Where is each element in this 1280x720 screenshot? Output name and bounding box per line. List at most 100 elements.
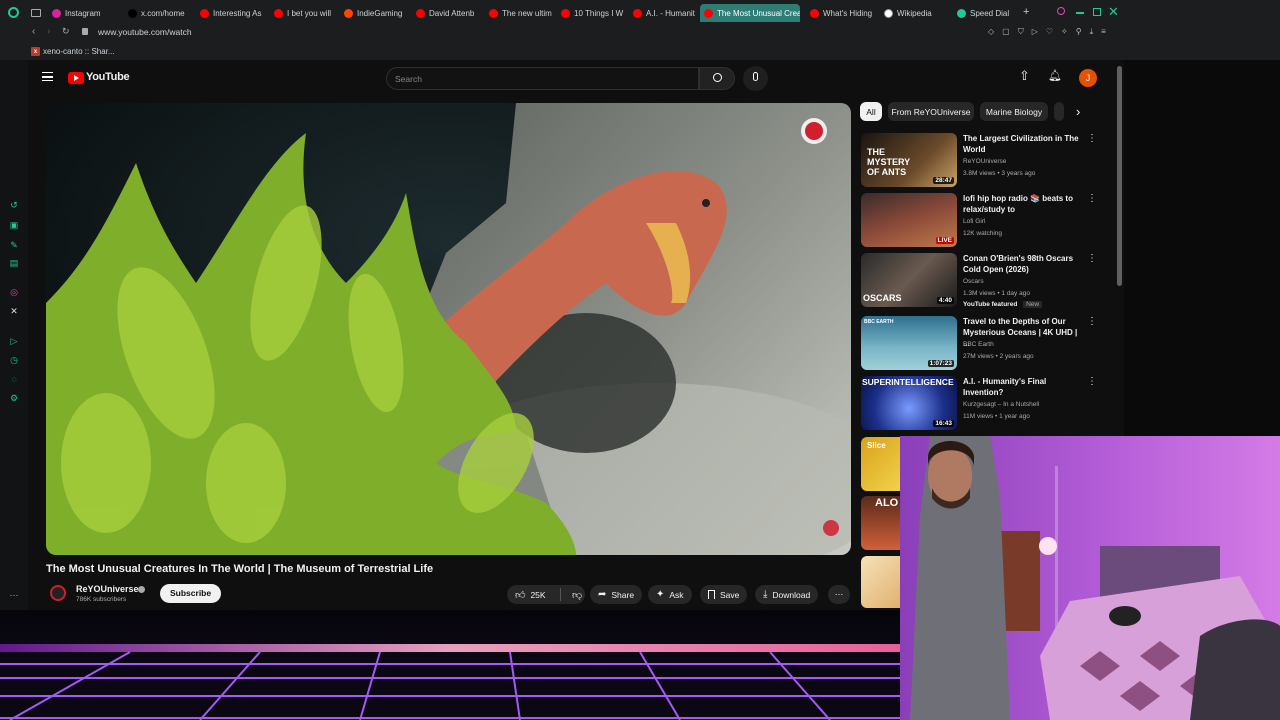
rec-item[interactable]: SUPERINTELLIGENCE 16:43 A.I. - Humanity'… [861, 376, 1101, 432]
back-icon[interactable]: ‹ [32, 26, 35, 37]
like-button[interactable]: 👍︎ 25K [507, 589, 555, 601]
close-window-icon[interactable]: ✕ [1108, 4, 1119, 20]
bookmark-save-icon [708, 590, 715, 599]
rec-channel[interactable]: ReYOUniverse [963, 158, 1006, 165]
browser-tab[interactable]: A.I. - Humanit [629, 4, 697, 22]
reload-icon[interactable]: ↻ [62, 26, 70, 37]
bookmark-xeno-canto[interactable]: xeno-canto :: Shar... [43, 47, 115, 56]
instagram-icon[interactable]: ◎ [9, 287, 19, 297]
browser-menu-icon[interactable] [8, 7, 19, 18]
url-field[interactable]: www.youtube.com/watch [98, 27, 192, 37]
rec-menu-icon[interactable]: ⋮ [1087, 376, 1097, 387]
chip-from-channel[interactable]: From ReYOUniverse [888, 102, 974, 121]
bag-icon[interactable]: ▣ [9, 220, 19, 230]
rec-title[interactable]: lofi hip hop radio 📚 beats to relax/stud… [963, 193, 1083, 215]
browser-tab[interactable]: Speed Dial [953, 4, 1017, 22]
more-icon[interactable]: ⋯ [9, 590, 19, 600]
browser-tab[interactable]: The new ultim [485, 4, 553, 22]
sidebar-toggle-icon[interactable] [31, 9, 41, 17]
notes-icon[interactable]: ✎ [9, 240, 19, 250]
search-tabs-icon[interactable] [1057, 7, 1065, 15]
rec-thumbnail[interactable]: OSCARS 4:40 [861, 253, 957, 307]
clock-icon[interactable]: ◷ [9, 355, 19, 365]
chip-marine-biology[interactable]: Marine Biology [980, 102, 1048, 121]
new-tab-icon[interactable]: + [1023, 6, 1029, 18]
upload-icon[interactable]: ⇧ [1019, 68, 1030, 84]
profile-icon[interactable]: ⚲ [1076, 27, 1082, 37]
minimize-icon[interactable] [1076, 12, 1084, 14]
download-button[interactable]: ⤓ Download [755, 585, 819, 604]
browser-tab[interactable]: IndieGaming [340, 4, 408, 22]
chip-all[interactable]: All [860, 102, 882, 121]
rec-title[interactable]: A.I. - Humanity's Final Invention? [963, 376, 1083, 398]
rec-thumbnail[interactable]: THE MYSTERY OF ANTS 28:47 [861, 133, 957, 187]
heart-icon[interactable]: ♡ [1046, 27, 1053, 37]
player-icon[interactable]: ▷ [9, 336, 19, 346]
rec-item[interactable]: THE MYSTERY OF ANTS 28:47 The Largest Ci… [861, 133, 1101, 189]
rec-title[interactable]: The Largest Civilization in The World [963, 133, 1083, 155]
rec-menu-icon[interactable]: ⋮ [1087, 193, 1097, 204]
notifications-icon[interactable]: 🔔︎ [1048, 69, 1062, 82]
channel-name[interactable]: ReYOUniverse [76, 584, 139, 594]
rec-thumbnail-partial[interactable]: Slice [861, 437, 901, 491]
tabs-icon[interactable]: ▤ [9, 258, 19, 268]
save-button[interactable]: Save [700, 585, 748, 604]
ask-button[interactable]: ✦ Ask [648, 585, 692, 604]
browser-tab[interactable]: x.com/home [124, 4, 192, 22]
rec-thumbnail-partial[interactable] [861, 556, 901, 608]
rec-thumbnail[interactable]: SUPERINTELLIGENCE 16:43 [861, 376, 957, 430]
rec-item[interactable]: BBC EARTH 1:07:23 Travel to the Depths o… [861, 316, 1101, 372]
browser-tab[interactable]: Wikipedia [880, 4, 946, 22]
x-icon[interactable]: ✕ [9, 306, 19, 316]
rec-channel[interactable]: Lofi Girl [963, 218, 985, 225]
browser-tab[interactable]: The Most Unusual Crea [700, 4, 800, 22]
maximize-icon[interactable] [1093, 8, 1101, 16]
reading-list-icon[interactable]: ▢ [1002, 27, 1010, 37]
rec-thumbnail[interactable]: LIVE [861, 193, 957, 247]
play-icon[interactable]: ▷ [1032, 27, 1038, 37]
share-button[interactable]: ➦ Share [590, 585, 643, 604]
rec-channel[interactable]: Kurzgesagt – In a Nutshell [963, 401, 1039, 408]
address-bar-row: ‹ › ↻ www.youtube.com/watch ◇ ▢ ⛉ ▷ ♡ ✧ … [0, 24, 1280, 42]
search-button[interactable] [699, 67, 735, 90]
settings-icon[interactable]: ⚙ [9, 393, 19, 403]
rec-menu-icon[interactable]: ⋮ [1087, 253, 1097, 264]
rec-channel[interactable]: BBC Earth [963, 341, 994, 348]
extensions-icon[interactable]: ✧ [1061, 27, 1068, 37]
browser-tab[interactable]: David Attenb [412, 4, 480, 22]
history-icon[interactable]: ↺ [9, 200, 19, 210]
rec-thumbnail-partial[interactable]: ALO [861, 496, 901, 550]
subscribe-button[interactable]: Subscribe [160, 584, 222, 603]
youtube-logo-text[interactable]: YouTube [86, 71, 130, 83]
menu-icon[interactable]: ≡ [1101, 27, 1106, 37]
bookmark-icon[interactable]: ◇ [988, 27, 994, 37]
rec-item[interactable]: LIVE lofi hip hop radio 📚 beats to relax… [861, 193, 1101, 249]
rec-channel[interactable]: Oscars [963, 278, 984, 285]
browser-tab[interactable]: Instagram [48, 4, 116, 22]
chips-next-icon[interactable]: › [1076, 104, 1080, 119]
shield-icon[interactable]: ⛉ [1018, 27, 1024, 37]
voice-search-button[interactable] [743, 66, 768, 91]
browser-tab[interactable]: What's Hiding [806, 4, 872, 22]
browser-tab[interactable]: 10 Things I W [557, 4, 625, 22]
avatar[interactable]: J [1079, 69, 1097, 87]
video-player[interactable] [46, 103, 851, 555]
rec-item[interactable]: OSCARS 4:40 Conan O'Brien's 98th Oscars … [861, 253, 1101, 309]
search-input[interactable]: Search [395, 74, 422, 84]
download-icon[interactable]: ⤓ [1090, 27, 1094, 37]
search-box[interactable]: Search [386, 67, 699, 90]
channel-avatar[interactable] [50, 585, 66, 601]
browser-tab[interactable]: I bet you will [270, 4, 336, 22]
chat-icon[interactable]: ◌ [9, 374, 19, 384]
rec-menu-icon[interactable]: ⋮ [1087, 316, 1097, 327]
page-scrollbar[interactable] [1117, 66, 1122, 286]
rec-thumbnail[interactable]: BBC EARTH 1:07:23 [861, 316, 957, 370]
forward-icon[interactable]: › [47, 26, 50, 37]
chip-partial[interactable] [1054, 102, 1064, 121]
rec-menu-icon[interactable]: ⋮ [1087, 133, 1097, 144]
rec-title[interactable]: Conan O'Brien's 98th Oscars Cold Open (2… [963, 253, 1083, 275]
extension-icons: ◇ ▢ ⛉ ▷ ♡ ✧ ⚲ ⤓ ≡ [988, 27, 1106, 37]
dislike-button[interactable]: 👎︎ [566, 589, 582, 601]
more-actions-button[interactable]: ⋯ [828, 585, 850, 604]
browser-tab[interactable]: Interesting As [196, 4, 264, 22]
